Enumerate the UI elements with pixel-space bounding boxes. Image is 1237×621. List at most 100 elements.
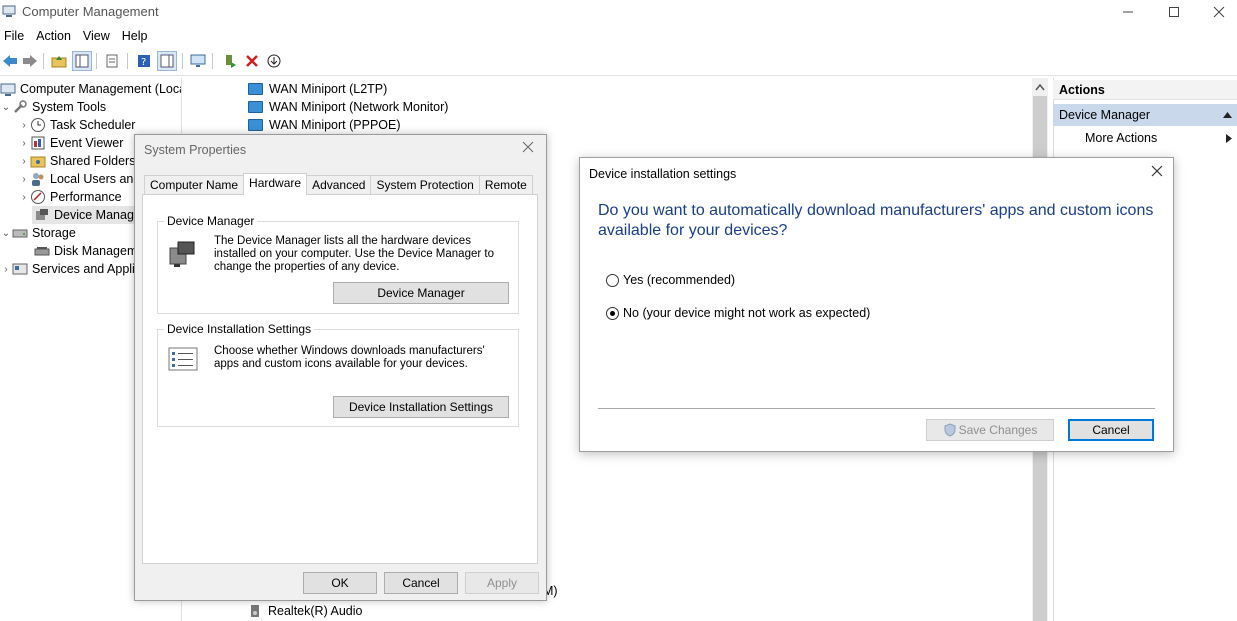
shared-folder-icon xyxy=(30,156,46,168)
tree-item-disk-management[interactable]: Disk Managem xyxy=(32,242,137,260)
tree-item-task-scheduler[interactable]: › Task Scheduler xyxy=(18,116,135,134)
chevron-right-icon[interactable]: › xyxy=(18,192,30,203)
show-hide-tree-button[interactable] xyxy=(72,51,92,71)
device-manager-description: The Device Manager lists all the hardwar… xyxy=(214,235,494,273)
system-properties-dialog: System Properties Computer Name Hardware… xyxy=(134,134,547,601)
enable-device-button[interactable] xyxy=(264,51,284,71)
ok-button[interactable]: OK xyxy=(303,572,377,594)
properties-icon xyxy=(106,54,118,68)
list-item[interactable]: WAN Miniport (PPPOE) xyxy=(248,116,401,134)
menu-help[interactable]: Help xyxy=(118,27,156,47)
chevron-down-icon[interactable]: ⌄ xyxy=(0,228,12,239)
computer-management-icon xyxy=(2,5,16,17)
device-manager-button[interactable]: Device Manager xyxy=(333,282,509,304)
group-title: Device Manager xyxy=(164,214,258,228)
apply-button[interactable]: Apply xyxy=(465,572,539,594)
clock-icon xyxy=(31,118,45,132)
tab-computer-name[interactable]: Computer Name xyxy=(144,175,245,195)
radio-label-yes: Yes (recommended) xyxy=(623,273,736,287)
tree-item-shared-folders[interactable]: › Shared Folders xyxy=(18,152,135,170)
title-bar: Computer Management xyxy=(0,0,1237,24)
tab-system-protection[interactable]: System Protection xyxy=(370,175,480,195)
disk-icon xyxy=(34,247,50,256)
tab-remote[interactable]: Remote xyxy=(478,175,533,195)
menu-file[interactable]: File xyxy=(0,27,32,47)
tree-item-event-viewer[interactable]: › Event Viewer xyxy=(18,134,123,152)
show-hide-action-pane-button[interactable] xyxy=(157,51,177,71)
tree-label: System Tools xyxy=(32,100,107,114)
cancel-button[interactable]: Cancel xyxy=(1068,419,1154,441)
device-label: WAN Miniport (PPPOE) xyxy=(269,118,401,132)
close-icon xyxy=(1213,6,1225,18)
chevron-right-icon[interactable]: › xyxy=(18,174,30,185)
speaker-icon xyxy=(251,605,259,617)
more-actions-link[interactable]: More Actions xyxy=(1085,131,1157,145)
users-icon xyxy=(32,173,44,186)
list-item[interactable]: Realtek(R) Audio xyxy=(248,602,363,620)
device-manager-icon xyxy=(169,241,195,267)
tree-item-local-users[interactable]: › Local Users and xyxy=(18,170,140,188)
actions-header: Actions xyxy=(1053,80,1237,100)
help-icon: ? xyxy=(138,55,150,68)
device-manager-icon xyxy=(36,209,48,220)
menu-bar: File Action View Help xyxy=(0,27,156,47)
list-item[interactable]: WAN Miniport (L2TP) xyxy=(248,80,387,98)
up-folder-button[interactable] xyxy=(49,51,69,71)
actions-device-manager[interactable]: Device Manager xyxy=(1053,104,1237,126)
dialog-divider xyxy=(598,408,1155,409)
dialog-close-button[interactable] xyxy=(1151,164,1163,182)
minimize-button[interactable] xyxy=(1105,0,1151,24)
forward-button[interactable] xyxy=(20,51,40,71)
tools-icon xyxy=(14,100,27,113)
chevron-right-icon[interactable] xyxy=(1226,134,1232,143)
tab-strip: Computer Name Hardware Advanced System P… xyxy=(144,173,533,195)
save-changes-label: Save Changes xyxy=(958,423,1038,437)
uninstall-device-button[interactable] xyxy=(242,51,262,71)
close-button[interactable] xyxy=(1196,0,1237,24)
chevron-right-icon[interactable]: › xyxy=(18,138,30,149)
group-title: Device Installation Settings xyxy=(164,322,315,336)
list-item[interactable]: WAN Miniport (Network Monitor) xyxy=(248,98,448,116)
cancel-button[interactable]: Cancel xyxy=(384,572,458,594)
collapse-up-icon[interactable] xyxy=(1223,112,1232,118)
actions-section-label: Device Manager xyxy=(1059,108,1151,122)
back-button[interactable] xyxy=(0,51,20,71)
chevron-right-icon[interactable]: › xyxy=(0,264,12,275)
tree-label: Shared Folders xyxy=(50,154,136,168)
menu-action[interactable]: Action xyxy=(32,27,79,47)
maximize-button[interactable] xyxy=(1151,0,1197,24)
tree-item-performance[interactable]: › Performance xyxy=(18,188,122,206)
yes-recommended-option[interactable]: Yes (recommended) xyxy=(606,273,735,287)
network-adapter-icon xyxy=(248,119,263,131)
tab-hardware[interactable]: Hardware xyxy=(243,173,308,195)
help-button[interactable]: ? xyxy=(134,51,154,71)
menu-view[interactable]: View xyxy=(79,27,118,47)
chevron-right-icon[interactable]: › xyxy=(18,120,30,131)
tab-advanced[interactable]: Advanced xyxy=(306,175,372,195)
dialog-close-button[interactable] xyxy=(522,140,534,158)
chevron-right-icon[interactable]: › xyxy=(18,156,30,167)
scan-hardware-button[interactable] xyxy=(188,51,208,71)
dialog-title: Device installation settings xyxy=(589,167,737,181)
toolbar-separator xyxy=(212,53,213,69)
tree-label: Event Viewer xyxy=(50,136,124,150)
action-pane-icon xyxy=(160,54,174,68)
save-changes-button[interactable]: Save Changes xyxy=(926,419,1054,441)
tree-item-services-and-applications[interactable]: › Services and Appli xyxy=(0,260,135,278)
radio-no[interactable] xyxy=(606,306,619,320)
radio-yes[interactable] xyxy=(606,273,619,287)
toolbar-separator xyxy=(127,53,128,69)
tree-item-system-tools[interactable]: ⌄ System Tools xyxy=(0,98,106,116)
chevron-down-icon[interactable]: ⌄ xyxy=(0,102,12,113)
no-option[interactable]: No (your device might not work as expect… xyxy=(606,306,870,320)
device-installation-settings-button[interactable]: Device Installation Settings xyxy=(333,396,509,418)
properties-button[interactable] xyxy=(102,51,122,71)
device-manager-group: Device Manager The Device Manager lists … xyxy=(157,214,519,314)
scroll-up-icon[interactable] xyxy=(1035,83,1045,91)
monitor-icon xyxy=(190,54,206,67)
update-driver-button[interactable] xyxy=(220,51,240,71)
tree-item-storage[interactable]: ⌄ Storage xyxy=(0,224,76,242)
folder-up-icon xyxy=(51,56,67,68)
tree-label: Device Manager xyxy=(54,208,146,222)
tree-item-computer-management[interactable]: Computer Management (Local xyxy=(0,80,181,98)
